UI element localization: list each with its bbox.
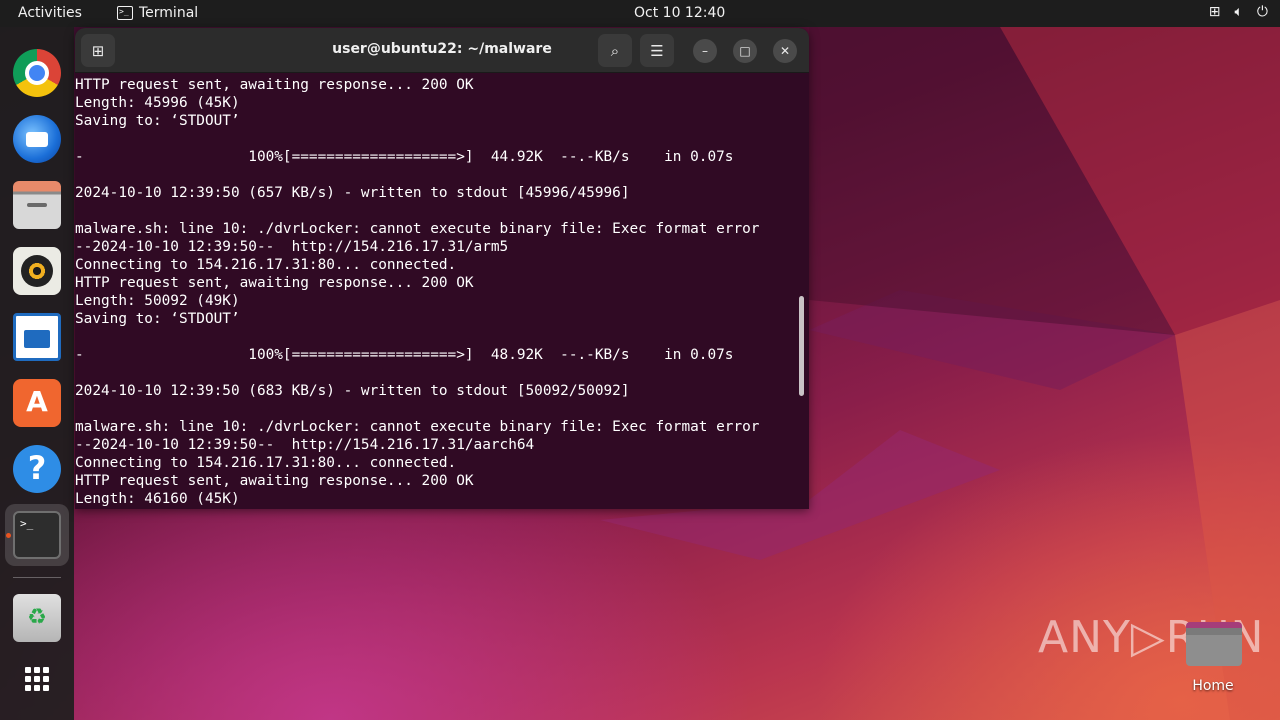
app-center-icon <box>13 379 61 427</box>
terminal-line: HTTP request sent, awaiting response... … <box>75 77 474 93</box>
terminal-line: HTTP request sent, awaiting response... … <box>75 275 474 291</box>
power-icon[interactable]: ⏻ <box>1257 4 1268 20</box>
running-indicator <box>6 533 11 538</box>
writer-icon <box>13 313 61 361</box>
terminal-line: Connecting to 154.216.17.31:80... connec… <box>75 455 457 471</box>
terminal-line: malware.sh: line 10: ./dvrLocker: cannot… <box>75 221 760 237</box>
search-icon: ⌕ <box>610 41 620 60</box>
dock-item-writer[interactable] <box>12 312 62 362</box>
dock-item-terminal[interactable] <box>12 510 62 560</box>
terminal-line: Connecting to 154.216.17.31:80... connec… <box>75 257 457 273</box>
minimize-button[interactable]: – <box>693 39 717 63</box>
menu-button[interactable]: ☰ <box>640 34 674 67</box>
terminal-line: --2024-10-10 12:39:50-- http://154.216.1… <box>75 239 509 255</box>
trash-icon <box>13 594 61 642</box>
thunderbird-icon <box>13 115 61 163</box>
rhythmbox-icon <box>13 247 61 295</box>
terminal-scrollbar[interactable] <box>799 296 804 396</box>
terminal-line: Length: 46160 (45K) <box>75 491 240 507</box>
terminal-line: HTTP request sent, awaiting response... … <box>75 473 474 489</box>
terminal-headerbar[interactable]: ⊞ user@ubuntu22: ~/malware ⌕ ☰ – □ ✕ <box>75 28 809 73</box>
activities-button[interactable]: Activities <box>18 5 82 21</box>
dock-item-trash[interactable] <box>12 593 62 643</box>
system-tray[interactable]: ⊞ 🔈︎ ⏻ <box>1209 4 1268 20</box>
terminal-line: Length: 45996 (45K) <box>75 95 240 111</box>
close-button[interactable]: ✕ <box>773 39 797 63</box>
dock-separator <box>13 577 61 578</box>
terminal-line: malware.sh: line 10: ./dvrLocker: cannot… <box>75 419 760 435</box>
top-bar: Activities >_ Terminal Oct 10 12:40 ⊞ 🔈︎… <box>0 0 1280 27</box>
help-icon <box>13 445 61 493</box>
files-icon <box>13 181 61 229</box>
app-menu-label: Terminal <box>139 5 199 21</box>
search-button[interactable]: ⌕ <box>598 34 632 67</box>
maximize-icon: □ <box>739 44 751 58</box>
dock-item-help[interactable] <box>12 444 62 494</box>
folder-icon <box>1186 622 1242 666</box>
terminal-app-icon <box>13 511 61 559</box>
dock-item-chrome[interactable] <box>12 48 62 98</box>
minimize-icon: – <box>702 44 708 58</box>
network-icon[interactable]: ⊞ <box>1209 4 1221 20</box>
app-menu[interactable]: >_ Terminal <box>117 5 198 21</box>
terminal-line: - 100%[===================>] 44.92K --.-… <box>75 149 734 165</box>
terminal-line: - 100%[===================>] 48.92K --.-… <box>75 347 734 363</box>
terminal-window[interactable]: ⊞ user@ubuntu22: ~/malware ⌕ ☰ – □ ✕ HTT… <box>75 28 809 509</box>
maximize-button[interactable]: □ <box>733 39 757 63</box>
hamburger-menu-icon: ☰ <box>650 41 664 60</box>
home-folder-icon[interactable] <box>1185 617 1243 669</box>
close-icon: ✕ <box>779 44 791 58</box>
home-folder-label[interactable]: Home <box>1180 678 1246 694</box>
terminal-output[interactable]: HTTP request sent, awaiting response... … <box>75 74 809 509</box>
dock-item-rhythmbox[interactable] <box>12 246 62 296</box>
dock-item-files[interactable] <box>12 180 62 230</box>
clock[interactable]: Oct 10 12:40 <box>634 5 725 21</box>
terminal-line: --2024-10-10 12:39:50-- http://154.216.1… <box>75 437 535 453</box>
terminal-line: Saving to: ‘STDOUT’ <box>75 113 240 129</box>
terminal-line: 2024-10-10 12:39:50 (683 KB/s) - written… <box>75 383 630 399</box>
terminal-line: Saving to: ‘STDOUT’ <box>75 311 240 327</box>
volume-icon[interactable]: 🔈︎ <box>1235 4 1243 20</box>
app-grid-icon <box>25 667 49 691</box>
chrome-icon <box>13 49 61 97</box>
terminal-line: 2024-10-10 12:39:50 (657 KB/s) - written… <box>75 185 630 201</box>
terminal-line: Length: 50092 (49K) <box>75 293 240 309</box>
show-apps-button[interactable] <box>12 659 62 709</box>
terminal-icon: >_ <box>117 6 133 20</box>
dock-item-app-center[interactable] <box>12 378 62 428</box>
dock-item-thunderbird[interactable] <box>12 114 62 164</box>
dock <box>0 27 74 720</box>
